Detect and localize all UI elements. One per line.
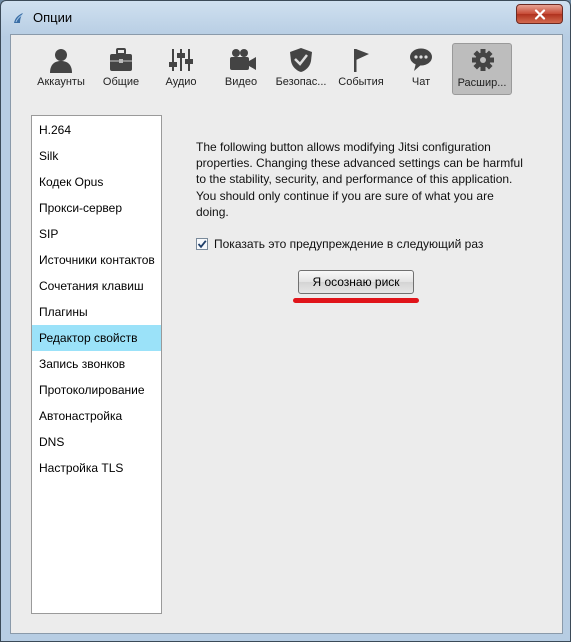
- tab-label: Видео: [224, 76, 258, 88]
- options-window: Опции Аккаунты Общие Аудио Видео Безопас…: [0, 0, 571, 642]
- list-item-proxy-server[interactable]: Прокси-сервер: [32, 195, 161, 221]
- tab-general[interactable]: Общие: [91, 43, 151, 95]
- tab-label: Общие: [102, 76, 140, 88]
- tab-label: Безопас...: [275, 76, 327, 88]
- sliders-icon: [169, 49, 193, 71]
- accept-risk-button[interactable]: Я осознаю риск: [298, 270, 414, 294]
- title-bar[interactable]: Опции: [1, 1, 570, 33]
- list-item-tls-settings[interactable]: Настройка TLS: [32, 455, 161, 481]
- list-item-plugins[interactable]: Плагины: [32, 299, 161, 325]
- checkmark-icon: [197, 240, 207, 249]
- list-item-contact-sources[interactable]: Источники контактов: [32, 247, 161, 273]
- tab-accounts[interactable]: Аккаунты: [31, 43, 91, 95]
- tab-label: Аккаунты: [37, 76, 85, 88]
- property-editor-panel: The following button allows modifying Ji…: [196, 139, 526, 220]
- jitsi-app-icon: [14, 13, 23, 23]
- warning-text: The following button allows modifying Ji…: [196, 140, 523, 219]
- window-title: Опции: [33, 10, 73, 25]
- user-icon: [50, 49, 72, 73]
- category-toolbar: Аккаунты Общие Аудио Видео Безопас... Со…: [11, 35, 562, 105]
- settings-list: H.264 Silk Кодек Opus Прокси-сервер SIP …: [31, 115, 162, 614]
- close-icon: [534, 8, 545, 20]
- checkbox-label: Показать это предупреждение в следующий …: [214, 237, 484, 251]
- list-item-property-editor[interactable]: Редактор свойств: [32, 325, 161, 351]
- list-item-autoconfig[interactable]: Автонастройка: [32, 403, 161, 429]
- list-item-sip[interactable]: SIP: [32, 221, 161, 247]
- list-item-keyboard-shortcuts[interactable]: Сочетания клавиш: [32, 273, 161, 299]
- tab-label: Чат: [411, 76, 431, 88]
- highlight-underline: [293, 298, 419, 303]
- show-warning-checkbox[interactable]: [196, 238, 208, 250]
- list-item-dns[interactable]: DNS: [32, 429, 161, 455]
- flag-icon: [354, 49, 369, 72]
- tab-events[interactable]: События: [331, 43, 391, 95]
- list-item-logging[interactable]: Протоколирование: [32, 377, 161, 403]
- options-content: Аккаунты Общие Аудио Видео Безопас... Со…: [10, 34, 563, 634]
- speech-bubble-icon: [410, 48, 432, 71]
- tab-label: Расшир...: [457, 77, 507, 89]
- shield-icon: [290, 48, 312, 72]
- tab-label: События: [338, 76, 384, 88]
- list-item-h264[interactable]: H.264: [32, 117, 161, 143]
- tab-chat[interactable]: Чат: [391, 43, 451, 95]
- tab-audio[interactable]: Аудио: [151, 43, 211, 95]
- tab-advanced[interactable]: Расшир...: [452, 43, 512, 95]
- video-camera-icon: [230, 49, 256, 70]
- toolbox-icon: [110, 48, 132, 71]
- close-button[interactable]: [516, 4, 563, 24]
- show-warning-checkbox-row[interactable]: Показать это предупреждение в следующий …: [196, 236, 483, 252]
- gear-icon: [472, 49, 494, 71]
- list-item-opus-codec[interactable]: Кодек Opus: [32, 169, 161, 195]
- tab-video[interactable]: Видео: [211, 43, 271, 95]
- tab-security[interactable]: Безопас...: [271, 43, 331, 95]
- list-item-call-recording[interactable]: Запись звонков: [32, 351, 161, 377]
- tab-label: Аудио: [165, 76, 197, 88]
- list-item-silk[interactable]: Silk: [32, 143, 161, 169]
